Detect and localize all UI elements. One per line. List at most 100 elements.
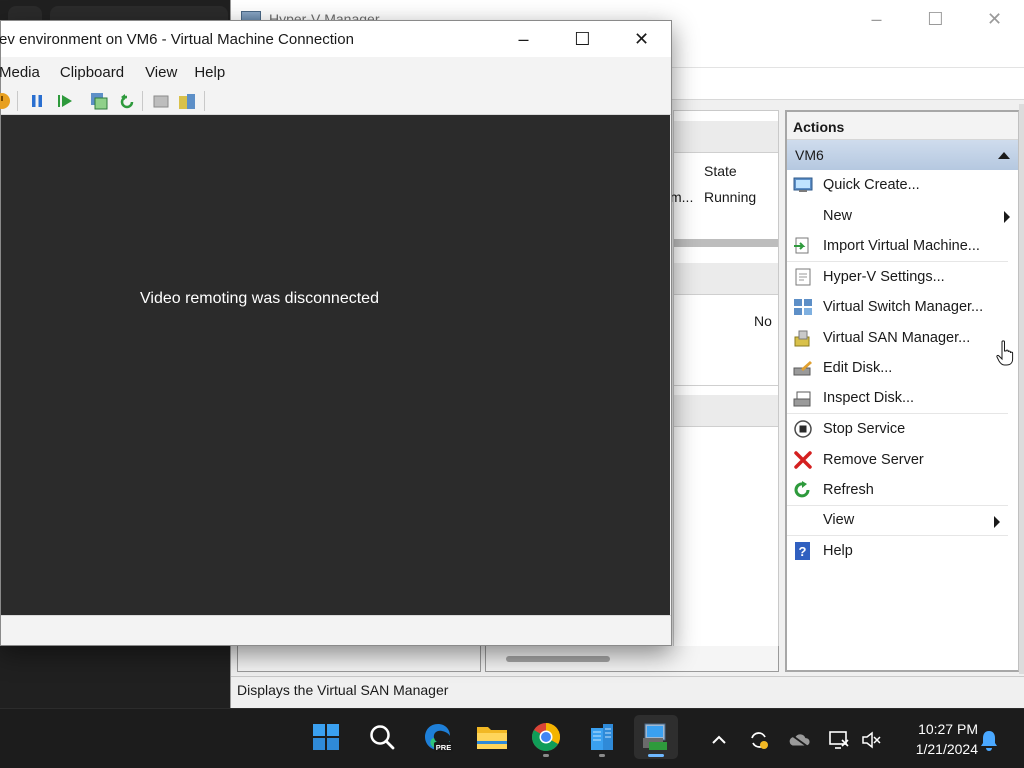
quick-create-icon [793,177,813,192]
action-label: Edit Disk... [823,360,893,377]
sync-icon[interactable] [748,729,770,751]
menu-clipboard[interactable]: Clipboard [50,64,134,81]
action-refresh[interactable]: Refresh [787,475,1008,506]
checkpoint-icon[interactable] [90,92,108,110]
horizontal-scrollbar[interactable] [674,239,778,247]
vm-connection-toolbar [0,87,671,115]
action-help[interactable]: ? Help [787,536,1018,567]
virtual-machines-pane: State m... Running No [670,110,779,670]
vm-connection-window: ev environment on VM6 - Virtual Machine … [0,20,672,646]
edge-badge: PRE [436,743,451,752]
clock-date: 1/21/2024 [915,741,978,757]
search-button[interactable] [360,715,404,759]
network-icon[interactable] [828,729,850,751]
action-label: Virtual Switch Manager... [823,299,984,316]
server-manager-icon [591,724,613,750]
remove-icon [794,450,812,469]
action-stop-service[interactable]: Stop Service [787,414,1018,445]
resume-icon[interactable] [56,92,74,110]
action-label: Import Virtual Machine... [823,237,980,254]
edit-disk-icon [793,361,812,376]
vm-connection-statusbar [1,615,671,645]
server-manager-button[interactable] [580,715,624,759]
details-header [674,395,778,427]
clock-time: 10:27 PM [918,721,978,737]
action-label: Refresh [823,481,874,498]
start-icon [313,724,339,750]
hyperv-manager-icon [643,723,667,750]
svg-text:?: ? [799,544,807,559]
inspect-disk-icon [793,391,811,406]
volume-muted-icon[interactable] [860,729,882,751]
maximize-button[interactable]: ☐ [553,21,612,57]
state-column-header[interactable]: State [704,163,737,179]
edge-preview-icon: PRE [425,724,453,752]
action-new[interactable]: New [787,201,1018,232]
refresh-icon [794,481,810,498]
vm-list-header [674,121,778,153]
action-inspect-disk[interactable]: Inspect Disk... [787,384,1008,414]
search-icon [370,725,395,750]
action-edit-disk[interactable]: Edit Disk... [787,353,1018,384]
actions-group-vm6[interactable]: VM6 [787,140,1018,170]
action-label: Hyper-V Settings... [823,268,945,285]
left-pane-bottom [237,646,481,672]
action-label: Remove Server [823,451,924,468]
notification-bell-icon[interactable] [978,729,1000,751]
revert-icon[interactable] [118,92,136,110]
vm-name-cell[interactable]: m... [670,189,693,205]
action-view[interactable]: View [787,506,1008,536]
action-remove-server[interactable]: Remove Server [787,445,1018,476]
switch-icon [794,299,812,315]
settings-icon [795,268,811,285]
mid-pane-bottom [485,646,779,672]
pause-icon[interactable] [28,92,46,110]
minimize-button[interactable]: – [847,0,906,38]
chrome-icon [532,723,560,751]
vertical-scrollbar[interactable] [1019,104,1024,674]
collapse-caret-icon[interactable] [998,151,1010,159]
clock[interactable]: 10:27 PM 1/21/2024 [890,719,978,759]
stop-icon [794,420,812,438]
submenu-arrow-icon [994,515,1000,528]
start-button[interactable] [304,715,348,759]
close-button[interactable]: ✕ [965,0,1024,38]
minimize-button[interactable]: – [494,21,553,57]
import-vm-icon [794,237,809,254]
action-virtual-san-manager[interactable]: Virtual SAN Manager... [787,323,1018,354]
maximize-button[interactable]: ☐ [906,0,965,38]
hand-cursor-icon [996,340,1014,366]
action-import-vm[interactable]: Import Virtual Machine... [787,231,1008,262]
edge-preview-button[interactable]: PRE [416,715,460,759]
action-quick-create[interactable]: Quick Create... [787,170,1018,201]
chrome-button[interactable] [524,715,568,759]
enhanced-session-icon[interactable] [152,92,170,110]
no-checkpoints-text: No [754,313,772,329]
close-button[interactable]: ✕ [612,21,671,57]
vm-display[interactable]: Video remoting was disconnected [1,115,670,615]
scrollbar-thumb[interactable] [506,656,610,662]
san-icon [794,330,810,346]
actions-pane: Actions VM6 Quick Create... New Import V… [785,110,1019,672]
action-hyperv-settings[interactable]: Hyper-V Settings... [787,262,1018,293]
hyperv-manager-button[interactable] [634,715,678,759]
vm-state-cell[interactable]: Running [704,189,756,205]
file-explorer-button[interactable] [470,715,514,759]
checkpoints-header [674,263,778,295]
menu-help[interactable]: Help [187,64,235,81]
share-icon[interactable] [178,92,196,110]
vm-connection-menubar: Media Clipboard View Help [0,57,671,87]
action-label: Stop Service [823,421,906,438]
action-label: New [823,207,853,224]
action-virtual-switch-manager[interactable]: Virtual Switch Manager... [787,292,1018,323]
help-icon: ? [795,542,810,560]
chevron-up-icon[interactable] [708,729,730,751]
disconnected-message: Video remoting was disconnected [140,290,379,307]
actions-group-label: VM6 [795,147,824,163]
onedrive-icon[interactable] [788,729,810,751]
menu-media[interactable]: Media [0,64,50,81]
power-icon[interactable] [0,92,11,110]
menu-view[interactable]: View [134,64,187,81]
status-bar: Displays the Virtual SAN Manager [231,676,1024,704]
taskbar: PRE 10:27 PM 1/21/2024 [0,708,1024,768]
